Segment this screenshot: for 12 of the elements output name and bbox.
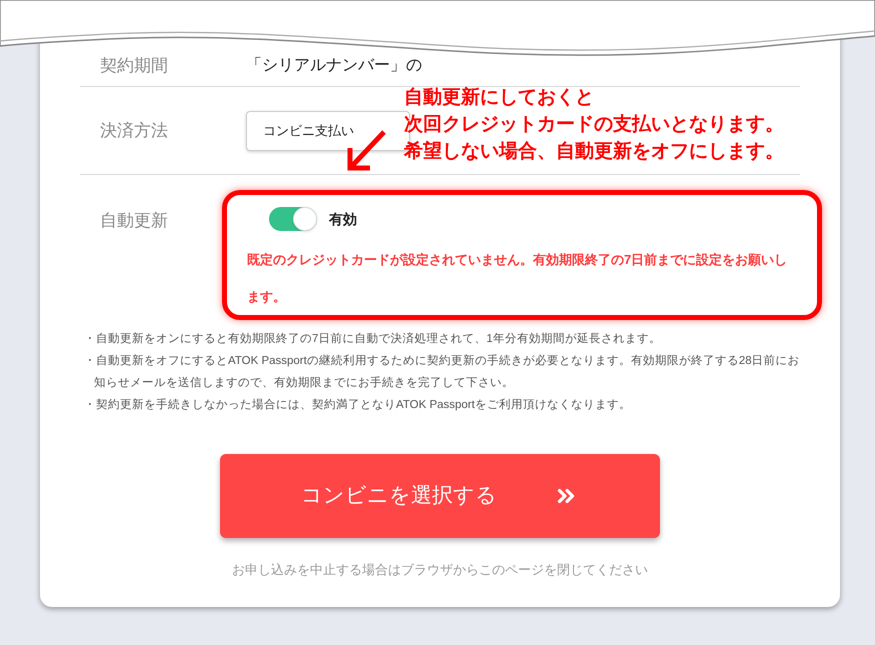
footer-note: お申し込みを中止する場合はブラウザからこのページを閉じてください xyxy=(231,561,649,579)
row-label: 契約期間 xyxy=(99,54,169,77)
row-label: 決済方法 xyxy=(99,120,169,142)
warning-message: 既定のクレジットカードが設定されていません。有効期限終了の7日前までに設定をお願いします。 xyxy=(247,251,788,306)
toggle-switch[interactable] xyxy=(269,207,317,231)
note-text: ・契約更新を手続きしなかった場合には、契約満了となりATOK Passportをご利用頂けなくなります。 xyxy=(84,397,632,413)
note-text: ・自動更新をオフにするとATOK Passportの継続利用するために契約更新の手続きが必要となります。有効期限が終了する28日前にお知らせメールを送信しますので、有効期限までにお手続きを完了して下さい。 xyxy=(84,353,800,391)
callout-text: 自動更新にしておくと xyxy=(404,86,595,110)
toggle-label: 有効 xyxy=(329,210,357,228)
note-text: ・自動更新をオンにすると有効期限終了の7日前に自動で決済処理されて、1年分有効期間が延長されます。 xyxy=(84,331,662,347)
row-label: 自動更新 xyxy=(99,210,169,232)
row-value: 「シリアルナンバー」の xyxy=(246,56,422,76)
